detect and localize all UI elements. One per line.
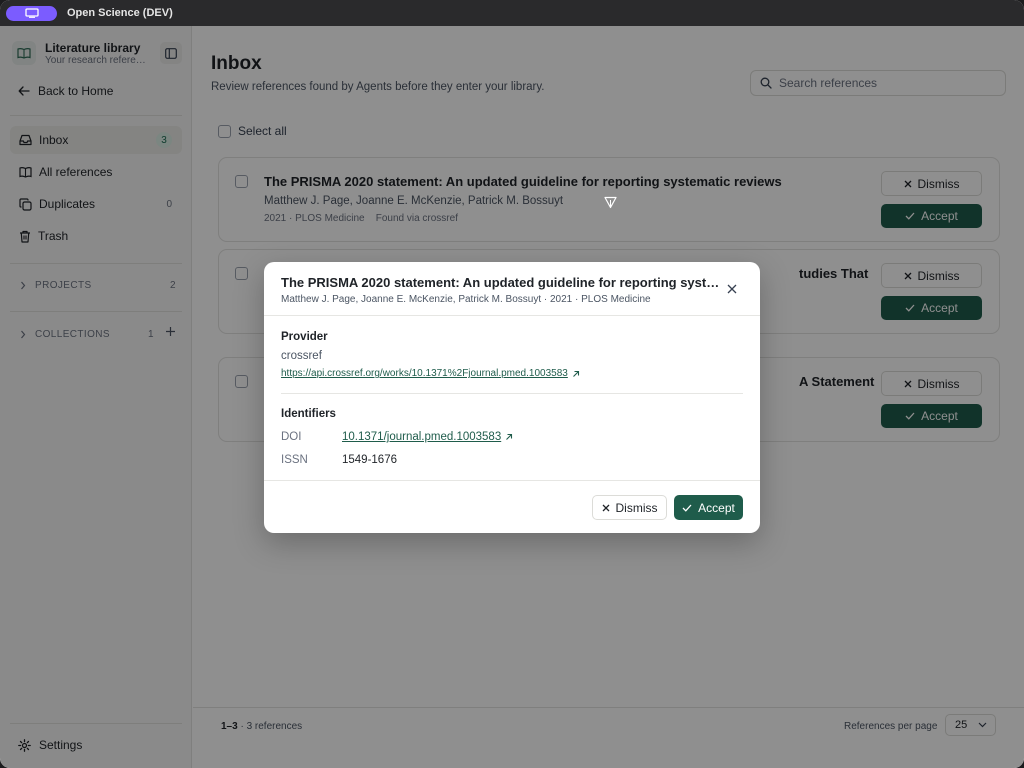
mouse-cursor-icon <box>604 196 617 209</box>
external-link-icon <box>572 370 579 377</box>
doi-value: 10.1371/journal.pmed.1003583 <box>342 431 502 443</box>
dialog-dismiss-button[interactable]: Dismiss <box>592 495 667 520</box>
monitor-icon <box>24 8 39 18</box>
window-title: Open Science (DEV) <box>67 7 173 19</box>
doi-link[interactable]: 10.1371/journal.pmed.1003583 <box>342 431 513 443</box>
app-window: Open Science (DEV) Literature library Yo… <box>0 0 1024 768</box>
issn-label: ISSN <box>281 454 308 466</box>
dialog-header: The PRISMA 2020 statement: An updated gu… <box>264 262 760 316</box>
dialog-accept-button[interactable]: Accept <box>674 495 743 520</box>
title-bar: Open Science (DEV) <box>0 0 1024 26</box>
issn-value: 1549-1676 <box>342 454 397 466</box>
accept-label: Accept <box>698 500 735 515</box>
external-link-icon <box>506 433 513 440</box>
doi-label: DOI <box>281 431 302 443</box>
dismiss-label: Dismiss <box>615 500 658 515</box>
close-dialog-button[interactable] <box>725 282 739 296</box>
dialog-title: The PRISMA 2020 statement: An updated gu… <box>281 275 721 290</box>
dialog-subtitle: Matthew J. Page, Joanne E. McKenzie, Pat… <box>281 294 651 305</box>
provider-name: crossref <box>281 350 322 362</box>
close-icon <box>602 504 609 511</box>
check-icon <box>682 504 692 512</box>
dialog-divider <box>281 393 743 394</box>
dialog-footer: Dismiss Accept <box>264 480 760 533</box>
app-badge[interactable] <box>6 5 57 21</box>
provider-url-link[interactable]: https://api.crossref.org/works/10.1371%2… <box>281 368 580 379</box>
reference-detail-dialog: The PRISMA 2020 statement: An updated gu… <box>264 262 760 533</box>
close-icon <box>727 284 737 294</box>
provider-url: https://api.crossref.org/works/10.1371%2… <box>281 368 568 379</box>
provider-heading: Provider <box>281 331 328 343</box>
identifiers-heading: Identifiers <box>281 408 336 420</box>
